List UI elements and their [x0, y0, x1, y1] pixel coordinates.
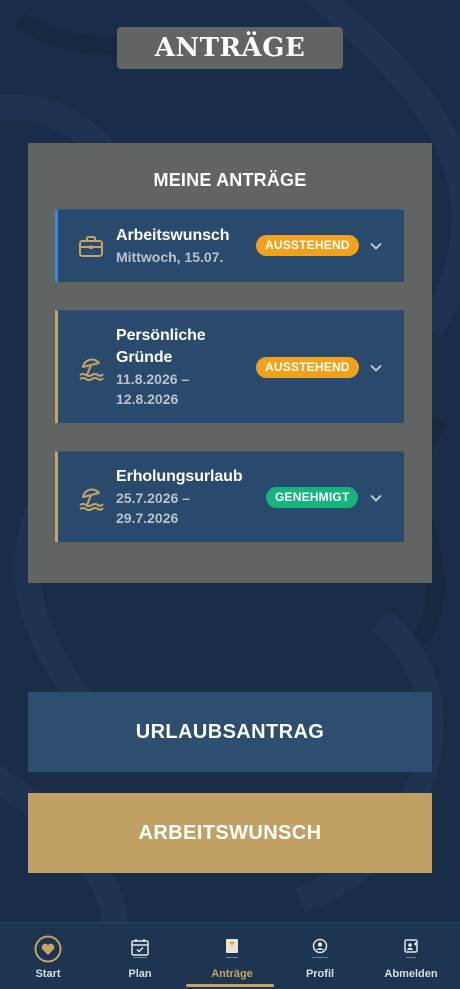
request-date-start: 25.7.2026 –: [116, 490, 190, 506]
calendar-icon: [131, 939, 149, 958]
nav-label: Start: [35, 968, 61, 980]
page-title: ANTRÄGE: [154, 33, 306, 63]
logout-icon: [404, 939, 418, 958]
vacation-request-button[interactable]: URLAUBSANTRAG: [28, 692, 432, 772]
request-type: Erholungsurlaub: [116, 468, 243, 485]
request-card-personal-reasons[interactable]: Persönliche Gründe 11.8.2026 – 12.8.2026…: [55, 310, 404, 423]
page-title-box: ANTRÄGE: [117, 27, 343, 69]
profile-icon: [312, 938, 328, 958]
nav-item-plan[interactable]: Plan: [94, 923, 186, 989]
heart-icon: [34, 935, 62, 963]
chevron-down-icon[interactable]: [369, 241, 383, 251]
document-icon: [226, 939, 238, 958]
request-date: Mittwoch, 15.07.: [116, 249, 224, 265]
bottom-navigation: Start Plan Anträge Profil Abmelden: [0, 922, 460, 989]
status-badge: AUSSTEHEND: [256, 235, 359, 256]
nav-item-logout[interactable]: Abmelden: [365, 923, 457, 989]
nav-label: Abmelden: [384, 968, 438, 980]
nav-label: Plan: [128, 968, 152, 980]
beach-icon: [79, 488, 104, 511]
request-date-start: 11.8.2026 –: [116, 371, 190, 387]
beach-icon: [79, 358, 104, 381]
request-date-end: 12.8.2026: [116, 391, 179, 407]
request-card-work-wish[interactable]: Arbeitswunsch Mittwoch, 15.07. AUSSTEHEN…: [55, 209, 404, 282]
briefcase-icon: [79, 236, 103, 257]
request-type: Arbeitswunsch: [116, 227, 230, 244]
nav-item-requests[interactable]: Anträge: [186, 923, 278, 989]
request-date-end: 29.7.2026: [116, 510, 179, 526]
work-wish-button[interactable]: ARBEITSWUNSCH: [28, 793, 432, 873]
panel-title: MEINE ANTRÄGE: [153, 170, 307, 190]
nav-item-profile[interactable]: Profil: [274, 923, 366, 989]
request-type-line1: Persönliche: [116, 327, 206, 344]
nav-label: Profil: [305, 968, 335, 980]
chevron-down-icon[interactable]: [369, 493, 383, 503]
nav-item-start[interactable]: Start: [2, 923, 94, 989]
my-requests-panel: MEINE ANTRÄGE Arbeitswunsch Mittwoch, 15…: [28, 143, 432, 583]
request-card-vacation[interactable]: Erholungsurlaub 25.7.2026 – 29.7.2026 GE…: [55, 451, 404, 542]
nav-label: Anträge: [211, 968, 253, 980]
request-type-line2: Gründe: [116, 349, 173, 366]
chevron-down-icon[interactable]: [369, 363, 383, 373]
status-badge: GENEHMIGT: [266, 487, 359, 508]
status-badge: AUSSTEHEND: [256, 357, 359, 378]
active-tab-indicator: [186, 984, 274, 987]
